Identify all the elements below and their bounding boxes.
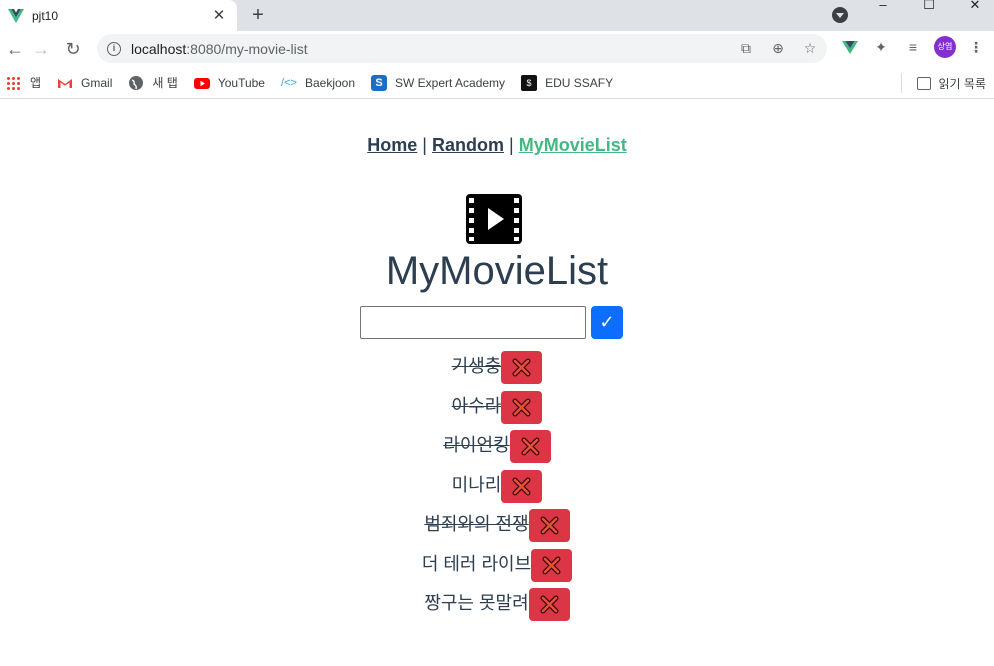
reading-list-icon: [916, 77, 931, 90]
bookmark-baekjoon[interactable]: /<> Baekjoon: [281, 75, 355, 91]
close-icon: [512, 477, 531, 495]
bookmark-label: EDU SSAFY: [545, 75, 614, 90]
close-icon: [512, 358, 531, 377]
delete-movie-button[interactable]: [509, 430, 551, 463]
bookmark-edu-ssafy[interactable]: $ EDU SSAFY: [521, 74, 614, 91]
bookmark-label: 새 탭: [152, 76, 178, 90]
new-tab-icon[interactable]: +: [249, 5, 267, 25]
app-nav: Home | Random | MyMovieList: [0, 135, 994, 156]
bookmark-label: 앱: [30, 76, 42, 90]
movie-title[interactable]: 범죄와의 전쟁: [424, 507, 528, 541]
bookmark-apps[interactable]: 앱: [4, 74, 41, 91]
movie-title[interactable]: 기생충: [452, 349, 502, 383]
movie-list-item: 아수라: [0, 389, 994, 429]
bookmark-new-tab[interactable]: 새 탭: [128, 74, 178, 91]
tab-close-icon[interactable]: ✕: [211, 7, 227, 24]
bookmark-youtube[interactable]: YouTube: [193, 75, 265, 91]
info-icon[interactable]: i: [107, 41, 121, 56]
minimize-icon[interactable]: –: [860, 0, 906, 14]
bookmark-star-icon[interactable]: ☆: [801, 39, 819, 57]
vue-devtools-icon[interactable]: [840, 37, 860, 57]
translate-icon[interactable]: ⧉: [737, 39, 755, 57]
reading-list-label: 읽기 목록: [938, 77, 987, 91]
nav-link-home[interactable]: Home: [367, 135, 417, 155]
address-bar[interactable]: i localhost:8080/my-movie-list ⧉ ⊕ ☆: [97, 34, 827, 63]
movie-title-input[interactable]: [360, 306, 586, 339]
nav-separator: |: [509, 135, 514, 155]
movie-list-item: 미나리: [0, 468, 994, 508]
close-icon: [512, 398, 531, 416]
ssafy-icon: $: [521, 74, 538, 91]
tab-title: pjt10: [32, 8, 59, 23]
bookmark-gmail[interactable]: Gmail: [57, 75, 112, 91]
film-icon: [466, 194, 522, 244]
bookmark-label: Baekjoon: [304, 75, 356, 90]
media-control-icon[interactable]: ≡: [903, 37, 923, 57]
bookmark-label: YouTube: [217, 75, 265, 90]
swea-icon: S: [371, 74, 388, 91]
reload-icon[interactable]: ↻: [58, 35, 88, 63]
delete-movie-button[interactable]: [528, 588, 570, 621]
browser-toolbar: ← → ↻ i localhost:8080/my-movie-list ⧉ ⊕…: [0, 31, 994, 67]
bookmarks-bar: 앱 Gmail 새 탭 YouTube /<> Baekjoon S SW Ex…: [0, 67, 994, 99]
bookmark-swea[interactable]: S SW Expert Academy: [371, 74, 506, 91]
movie-list-item: 라이언킹: [0, 428, 994, 468]
extensions-icon[interactable]: ✦: [871, 37, 891, 57]
bookmarks-divider: [901, 73, 902, 93]
browser-tabstrip: pjt10 ✕ + – ☐ ✕: [0, 0, 994, 31]
url-host: localhost: [131, 40, 187, 57]
delete-movie-button[interactable]: [501, 390, 543, 424]
menu-icon[interactable]: ⋮: [966, 37, 986, 57]
add-movie-button[interactable]: ✓: [591, 306, 623, 339]
nav-link-mymovielist[interactable]: MyMovieList: [519, 135, 627, 155]
globe-icon: [129, 75, 144, 90]
zoom-icon[interactable]: ⊕: [769, 39, 787, 57]
page-content: Home | Random | MyMovieList MyMovieList …: [0, 99, 994, 665]
youtube-icon: [193, 77, 210, 89]
movie-list-item: 더 테러 라이브: [0, 547, 994, 587]
movie-list-item: 기생충: [0, 349, 994, 389]
tab-search-icon[interactable]: [832, 7, 848, 23]
bookmark-label: SW Expert Academy: [395, 75, 506, 90]
movie-list: 기생충아수라라이언킹미나리범죄와의 전쟁더 테러 라이브짱구는 못말려: [0, 349, 994, 626]
gmail-icon: [58, 78, 73, 88]
url-path: :8080/my-movie-list: [186, 40, 308, 57]
reading-list[interactable]: 읽기 목록: [916, 75, 987, 92]
movie-title[interactable]: 아수라: [452, 389, 502, 423]
movie-title[interactable]: 미나리: [452, 468, 502, 502]
close-icon: [540, 516, 559, 535]
delete-movie-button[interactable]: [501, 469, 543, 503]
movie-title[interactable]: 더 테러 라이브: [422, 547, 531, 581]
vue-logo-icon: [8, 8, 24, 23]
add-movie-form: ✓: [360, 306, 623, 339]
movie-list-item: 짱구는 못말려: [0, 586, 994, 626]
apps-icon: [6, 75, 20, 90]
profile-avatar[interactable]: 상엽: [934, 36, 956, 58]
code-icon: /<>: [280, 76, 297, 89]
forward-icon[interactable]: →: [26, 35, 56, 63]
bookmark-label: Gmail: [81, 75, 113, 90]
movie-list-item: 범죄와의 전쟁: [0, 507, 994, 547]
browser-tab[interactable]: pjt10 ✕: [0, 0, 237, 31]
delete-movie-button[interactable]: [528, 509, 570, 542]
maximize-icon[interactable]: ☐: [906, 0, 952, 14]
delete-movie-button[interactable]: [501, 351, 543, 384]
window-close-icon[interactable]: ✕: [952, 0, 994, 14]
movie-title[interactable]: 짱구는 못말려: [424, 586, 528, 620]
movie-title[interactable]: 라이언킹: [443, 428, 509, 462]
close-icon: [521, 437, 540, 456]
delete-movie-button[interactable]: [531, 548, 573, 582]
close-icon: [542, 556, 561, 574]
page-title: MyMovieList: [385, 249, 609, 293]
close-icon: [540, 595, 559, 614]
nav-link-random[interactable]: Random: [432, 135, 504, 155]
nav-separator: |: [422, 135, 427, 155]
